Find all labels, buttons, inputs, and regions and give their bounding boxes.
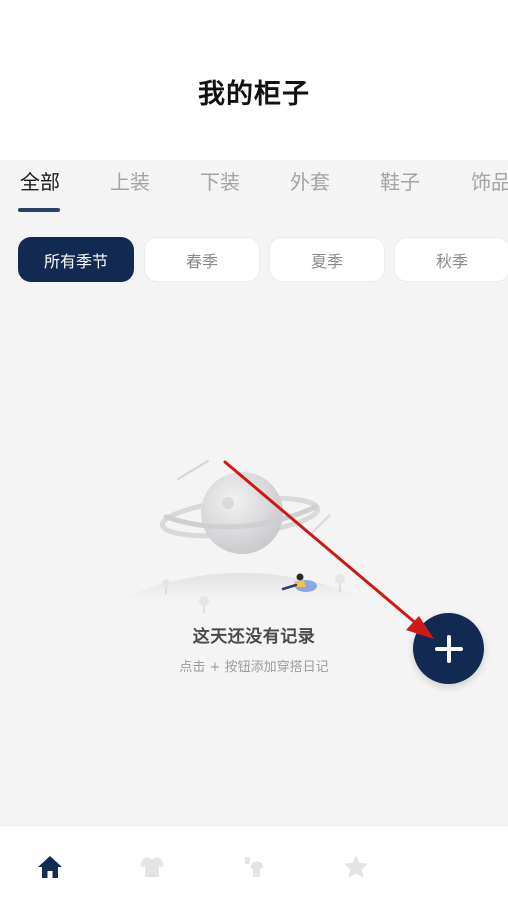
add-outfit-button[interactable] (413, 613, 484, 684)
tab-outerwear[interactable]: 外套 (290, 166, 330, 195)
season-chip-spring[interactable]: 春季 (144, 237, 260, 282)
tab-all[interactable]: 全部 (20, 166, 60, 195)
tshirt-icon (140, 857, 164, 877)
season-chip-all[interactable]: 所有季节 (18, 237, 134, 282)
nav-home[interactable] (33, 850, 67, 884)
season-chip-autumn[interactable]: 秋季 (394, 237, 508, 282)
tab-bottoms[interactable]: 下装 (200, 166, 240, 195)
nav-outfits[interactable] (237, 850, 271, 884)
page-title: 我的柜子 (198, 79, 310, 110)
home-icon (38, 856, 62, 878)
plus-icon (434, 634, 463, 663)
season-filter: 所有季节 春季 夏季 秋季 (0, 237, 508, 283)
season-chip-summer[interactable]: 夏季 (269, 237, 385, 282)
tab-tops[interactable]: 上装 (110, 166, 150, 195)
header: 我的柜子 (0, 0, 508, 160)
wardrobe-screen: 我的柜子 全部 上装 下装 外套 鞋子 饰品 所有季节 春季 夏季 秋季 这天还… (0, 0, 508, 904)
nav-discover[interactable] (339, 850, 373, 884)
outfit-icon (245, 857, 263, 877)
tab-shoes[interactable]: 鞋子 (380, 166, 420, 195)
empty-planet-illustration (126, 460, 352, 613)
bottom-nav (0, 825, 508, 904)
tab-accessories[interactable]: 饰品 (471, 166, 508, 195)
category-tabs: 全部 上装 下装 外套 鞋子 饰品 (0, 160, 508, 220)
nav-wardrobe[interactable] (135, 850, 169, 884)
star-icon (344, 855, 368, 878)
active-tab-indicator (18, 208, 60, 212)
